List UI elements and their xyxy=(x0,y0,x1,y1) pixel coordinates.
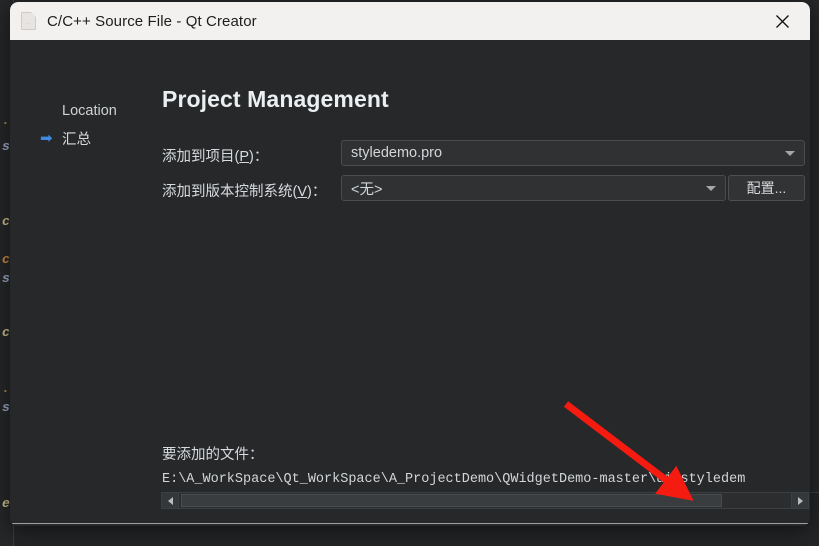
background-code-fragment: s xyxy=(2,271,10,286)
page-title: Project Management xyxy=(162,86,389,112)
add-to-project-label-colon: ： xyxy=(253,149,269,165)
add-to-project-label: 添加到项目(P)： xyxy=(162,145,268,166)
add-to-vcs-value: <无> xyxy=(351,181,383,198)
sidebar-item-label: 汇总 xyxy=(62,131,91,148)
background-code-fragment: s xyxy=(2,400,10,415)
add-to-vcs-label-text: 添加到版本控制系统( xyxy=(162,184,298,200)
file-icon: ... xyxy=(21,12,36,30)
step-arrow-icon: ➡ xyxy=(40,129,53,147)
sidebar-item-label: Location xyxy=(62,103,117,119)
add-to-vcs-dropdown[interactable]: <无> xyxy=(341,175,726,201)
scroll-right-button[interactable] xyxy=(791,493,808,508)
files-horizontal-scrollbar[interactable] xyxy=(161,492,809,509)
background-code-fragment: s xyxy=(2,139,10,154)
dialog-body: Location ➡ 汇总 Project Management 添加到项目(P… xyxy=(10,40,810,526)
background-code-fragment: c xyxy=(2,252,10,267)
file-icon-lines: ... xyxy=(25,20,31,26)
add-to-vcs-label-colon: ： xyxy=(311,184,327,200)
chevron-down-icon xyxy=(706,185,716,191)
configure-button[interactable]: 配置... xyxy=(728,175,805,201)
wizard-step-nav: Location ➡ 汇总 xyxy=(10,40,151,526)
add-to-project-label-text: 添加到项目( xyxy=(162,149,240,165)
background-code-fragment: c xyxy=(2,325,10,340)
background-code-fragment: . xyxy=(2,113,10,128)
background-code-fragment: . xyxy=(2,381,10,396)
chevron-down-icon xyxy=(785,150,795,156)
footer-divider xyxy=(10,523,810,524)
add-to-project-value: styledemo.pro xyxy=(351,145,443,161)
sidebar-item-location[interactable]: Location xyxy=(10,100,151,122)
project-management-dialog: ... C/C++ Source File - Qt Creator Locat… xyxy=(10,2,810,526)
scrollbar-thumb[interactable] xyxy=(181,494,722,507)
files-to-add-path: E:\A_WorkSpace\Qt_WorkSpace\A_ProjectDem… xyxy=(162,472,746,487)
scroll-left-button[interactable] xyxy=(162,493,179,508)
close-button[interactable] xyxy=(754,2,810,40)
background-code-fragment: c xyxy=(2,214,10,229)
arrow-left-icon xyxy=(167,496,173,505)
dialog-title: C/C++ Source File - Qt Creator xyxy=(47,12,257,30)
add-to-vcs-accesskey: V xyxy=(297,184,307,200)
background-code-fragment: e xyxy=(2,496,10,511)
close-icon xyxy=(775,14,789,28)
add-to-project-accesskey: P xyxy=(239,149,250,165)
sidebar-item-summary[interactable]: ➡ 汇总 xyxy=(10,127,151,149)
add-to-vcs-label: 添加到版本控制系统(V)： xyxy=(162,180,326,201)
files-to-add-label: 要添加的文件： xyxy=(162,447,264,463)
add-to-project-dropdown[interactable]: styledemo.pro xyxy=(341,140,805,166)
arrow-right-icon xyxy=(797,496,803,505)
dialog-titlebar[interactable]: ... C/C++ Source File - Qt Creator xyxy=(10,2,810,40)
